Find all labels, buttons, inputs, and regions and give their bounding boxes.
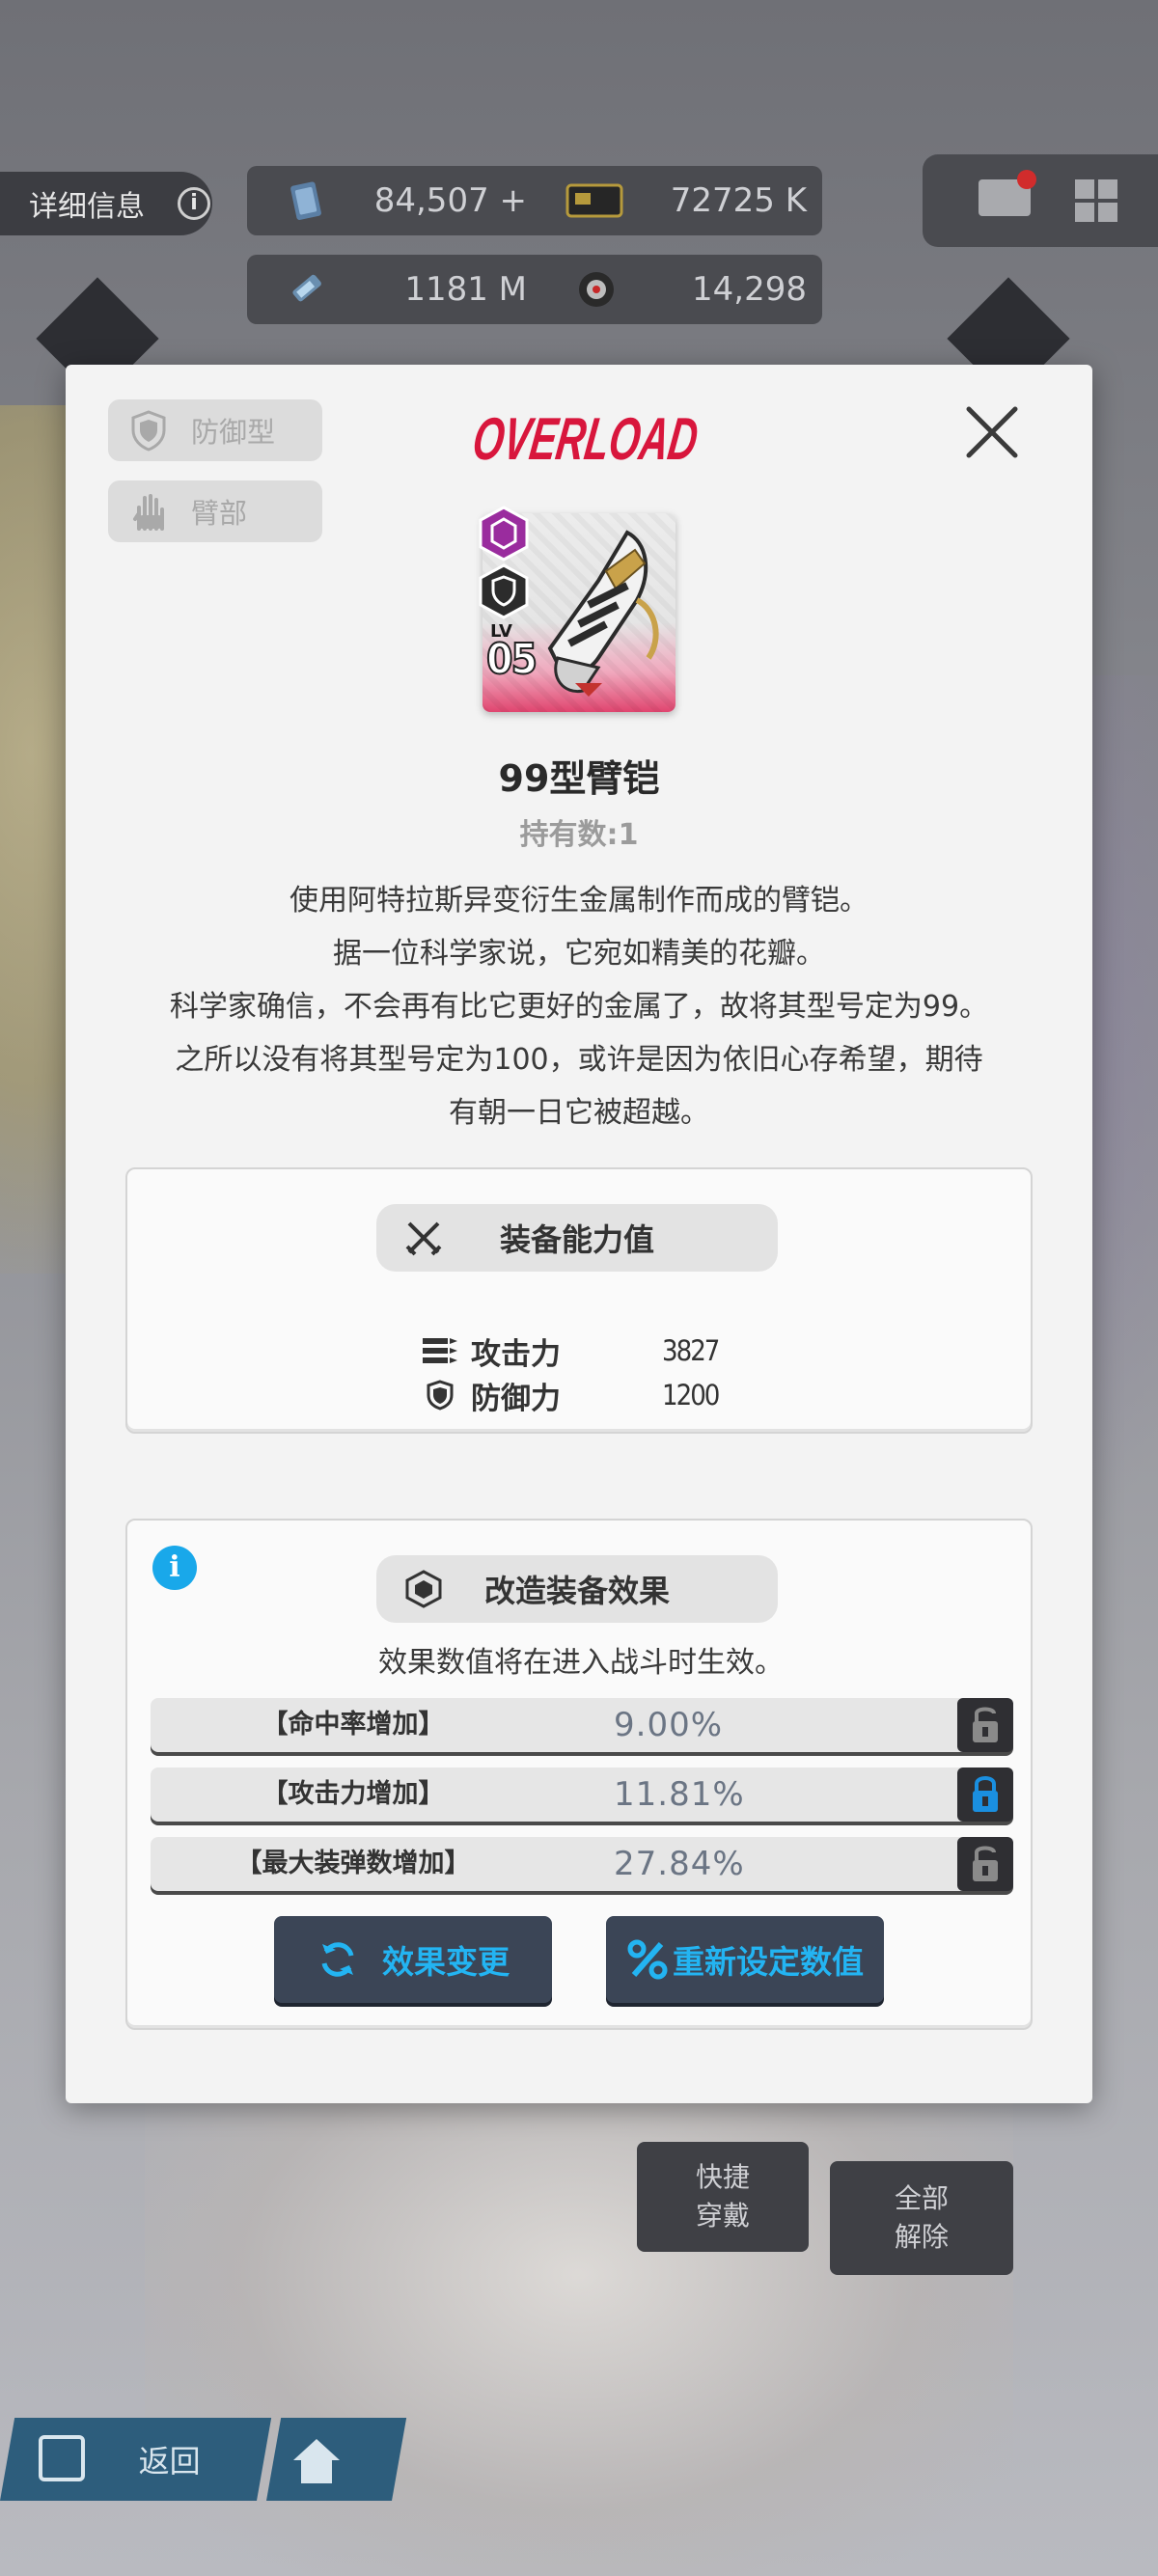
effect-row: 【攻击力增加】 11.81% [151,1768,1013,1825]
resource-credits-value: 72725 K [670,181,807,220]
ammo-icon [423,1338,457,1363]
close-icon[interactable] [957,397,1027,467]
effect-row: 【最大装弹数增加】 27.84% [151,1837,1013,1895]
back-label: 返回 [138,2443,201,2480]
locked-icon[interactable] [957,1768,1013,1822]
effects-note: 效果数值将在进入战斗时生效。 [378,1646,784,1680]
unequip-all-button[interactable]: 全部 解除 [830,2161,1013,2275]
info-icon[interactable]: i [178,187,210,220]
quick-equip-label-1: 快捷 [695,2161,750,2193]
owned-count: 持有数:1 [66,810,1092,853]
item-name: 99型臂铠 [498,757,660,800]
description-line: 据一位科学家说，它宛如精美的花瓣。 [333,937,825,971]
top-right-menu [923,154,1158,247]
percent-icon [627,1939,668,1980]
resource-bar-bottom: 1181 M 14,298 [247,255,822,324]
notification-dot [1017,170,1036,189]
effect-value: 9.00% [614,1706,724,1744]
hand-icon [133,494,164,531]
resource-core[interactable]: 14,298 [575,255,807,324]
unlocked-icon[interactable] [957,1698,1013,1752]
description-line: 科学家确信，不会再有比它更好的金属了，故将其型号定为99。 [169,990,989,1024]
effect-name: 【命中率增加】 [262,1710,445,1740]
effect-row: 【命中率增加】 9.00% [151,1698,1013,1756]
detail-info-tab[interactable]: 详细信息 i [0,172,212,235]
core-orb-icon [579,272,614,307]
change-effect-label: 效果变更 [382,1943,510,1981]
detail-info-label: 详细信息 [29,190,145,224]
exit-icon [39,2435,85,2481]
slot-chip-label: 臂部 [191,497,248,530]
reset-values-label: 重新设定数值 [673,1943,864,1981]
resource-gems-value: 84,507 + [373,181,527,220]
effect-value: 27.84% [614,1845,745,1883]
description-line: 使用阿特拉斯异变衍生金属制作而成的臂铠。 [290,884,868,918]
level-value: 05 [485,634,538,685]
effect-name: 【最大装弹数增加】 [235,1849,471,1878]
slot-chip: 臂部 [108,480,322,542]
resource-gems[interactable]: 84,507 + [286,166,527,235]
credit-card-icon [565,183,623,218]
equipment-detail-modal: 防御型 臂部 OVERLOAD LV 05 99型臂铠 持有数:1 使用阿特拉斯… [66,365,1092,2103]
stat-value: 3827 [662,1334,720,1367]
overload-logo: OVERLOAD [469,406,703,473]
shield-icon [427,1380,454,1411]
effects-panel-title: 改造装备效果 [376,1555,778,1623]
info-icon[interactable]: i [152,1546,197,1590]
class-chip-label: 防御型 [191,416,276,449]
quick-equip-label-2: 穿戴 [695,2200,750,2232]
stat-name: 防御力 [471,1381,561,1416]
resource-battery[interactable]: 1181 M [286,255,527,324]
reset-values-button[interactable]: 重新设定数值 [606,1916,884,2003]
unequip-all-label-1: 全部 [894,2182,949,2214]
unlocked-icon[interactable] [957,1837,1013,1891]
stat-row-attack: 攻击力 3827 [421,1329,720,1372]
modification-effects-panel: i 改造装备效果 效果数值将在进入战斗时生效。 【命中率增加】 9.00% 【攻… [125,1519,1033,2030]
resource-credits[interactable]: 72725 K [565,166,807,235]
owned-label: 持有数: [519,818,619,852]
effects-panel-title-text: 改造装备效果 [483,1573,670,1609]
home-icon-base [301,2460,332,2483]
defender-badge-icon [479,563,529,619]
description-line: 有朝一日它被超越。 [449,1096,709,1130]
equipment-stats-panel: 装备能力值 攻击力 3827 防御力 1200 [125,1167,1033,1434]
class-chip: 防御型 [108,399,322,461]
unequip-all-label-2: 解除 [894,2221,949,2253]
stats-panel-title-text: 装备能力值 [499,1221,654,1258]
stat-name: 攻击力 [471,1336,561,1372]
effect-value: 11.81% [614,1775,745,1814]
module-cube-icon [405,1570,442,1608]
battery-icon [292,274,321,302]
stat-value: 1200 [662,1379,720,1411]
refresh-icon [321,1942,354,1977]
rarity-badge-icon [479,506,529,562]
stat-row-defense: 防御力 1200 [421,1374,720,1416]
stats-panel-title: 装备能力值 [376,1204,778,1272]
home-icon [293,2439,340,2460]
owned-value: 1 [618,818,639,852]
svg-text:OVERLOAD: OVERLOAD [469,406,703,473]
quick-equip-button[interactable]: 快捷 穿戴 [637,2142,809,2252]
item-description: 使用阿特拉斯异变衍生金属制作而成的臂铠。 据一位科学家说，它宛如精美的花瓣。 科… [104,874,1054,1139]
change-effect-button[interactable]: 效果变更 [274,1916,552,2003]
resource-battery-value: 1181 M [404,270,527,309]
effect-name: 【攻击力增加】 [262,1779,445,1809]
description-line: 之所以没有将其型号定为100，或许是因为依旧心存希望，期待 [175,1043,983,1077]
resource-core-value: 14,298 [692,270,807,309]
menu-grid-icon[interactable] [1075,179,1117,222]
background-clothing [145,2074,1013,2576]
crossed-swords-icon [405,1221,442,1256]
resource-bar-top: 84,507 + 72725 K [247,166,822,235]
shield-icon [131,410,166,452]
gem-card-icon [290,181,321,220]
